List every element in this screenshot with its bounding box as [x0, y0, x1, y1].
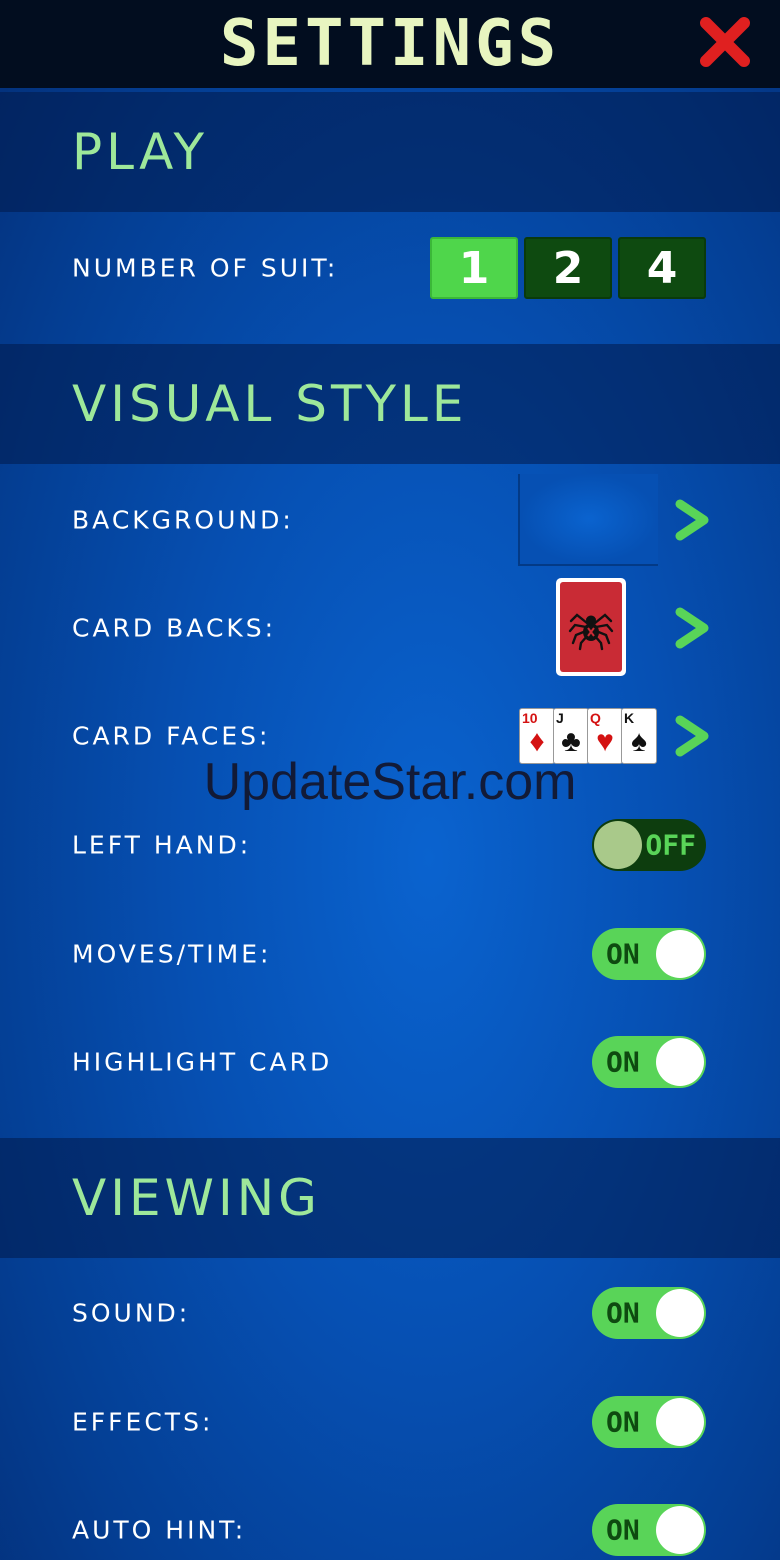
highlight-card-toggle[interactable]: ON: [592, 1036, 706, 1088]
card-backs-label: CARD BACKS:: [72, 613, 277, 643]
row-background[interactable]: BACKGROUND:: [0, 466, 780, 574]
section-title-viewing: VIEWING: [72, 1169, 321, 1227]
toggle-state: ON: [606, 937, 640, 971]
mini-card: J ♣: [553, 708, 589, 764]
suit-option-2[interactable]: 2: [524, 237, 612, 299]
section-title-play: PLAY: [72, 123, 209, 181]
left-hand-label: LEFT HAND:: [72, 830, 252, 860]
section-header-viewing: VIEWING: [0, 1138, 780, 1258]
toggle-state: ON: [606, 1405, 640, 1439]
section-header-visual-style: VISUAL STYLE: [0, 344, 780, 464]
toggle-knob: [594, 821, 642, 869]
effects-label: EFFECTS:: [72, 1407, 214, 1437]
section-header-play: PLAY: [0, 92, 780, 212]
background-preview[interactable]: [518, 474, 658, 566]
close-icon: [700, 17, 750, 67]
left-hand-toggle[interactable]: OFF: [592, 819, 706, 871]
mini-card: Q ♥: [587, 708, 623, 764]
effects-toggle[interactable]: ON: [592, 1396, 706, 1448]
row-card-backs[interactable]: CARD BACKS:: [0, 574, 780, 682]
moves-time-label: MOVES/TIME:: [72, 939, 272, 969]
row-effects: EFFECTS: ON: [0, 1368, 780, 1476]
toggle-state: ON: [606, 1513, 640, 1547]
highlight-card-label: HIGHLIGHT CARD: [72, 1047, 333, 1077]
toggle-knob: [656, 1289, 704, 1337]
row-auto-hint: AUTO HINT: ON: [0, 1476, 780, 1560]
chevron-right-icon[interactable]: [672, 498, 712, 542]
suit-option-1[interactable]: 1: [430, 237, 518, 299]
section-title-visual-style: VISUAL STYLE: [72, 375, 468, 433]
page-title: SETTINGS: [219, 7, 561, 81]
auto-hint-label: AUTO HINT:: [72, 1515, 247, 1545]
toggle-state: OFF: [645, 828, 696, 862]
top-bar: SETTINGS: [0, 0, 780, 88]
diamond-icon: ♦: [529, 725, 545, 759]
row-left-hand: LEFT HAND: OFF: [0, 791, 780, 899]
mini-card: K ♠: [621, 708, 657, 764]
card-faces-preview[interactable]: 10 ♦ J ♣ Q ♥ K ♠: [519, 708, 657, 764]
sound-toggle[interactable]: ON: [592, 1287, 706, 1339]
background-label: BACKGROUND:: [72, 505, 294, 535]
toggle-state: ON: [606, 1045, 640, 1079]
toggle-knob: [656, 1038, 704, 1086]
club-icon: ♣: [561, 725, 581, 759]
toggle-knob: [656, 1398, 704, 1446]
suit-selector: 1 2 4: [430, 237, 706, 299]
toggle-knob: [656, 930, 704, 978]
chevron-right-icon[interactable]: [672, 714, 712, 758]
toggle-state: ON: [606, 1296, 640, 1330]
card-faces-label: CARD FACES:: [72, 721, 271, 751]
moves-time-toggle[interactable]: ON: [592, 928, 706, 980]
row-moves-time: MOVES/TIME: ON: [0, 900, 780, 1008]
toggle-knob: [656, 1506, 704, 1554]
spade-icon: ♠: [631, 725, 647, 759]
suit-option-4[interactable]: 4: [618, 237, 706, 299]
heart-icon: ♥: [596, 725, 614, 759]
row-sound: SOUND: ON: [0, 1259, 780, 1367]
auto-hint-toggle[interactable]: ON: [592, 1504, 706, 1556]
close-button[interactable]: [700, 17, 750, 67]
card-back-preview[interactable]: [556, 578, 626, 676]
number-of-suit-label: NUMBER OF SUIT:: [72, 253, 339, 283]
row-number-of-suit: NUMBER OF SUIT: 1 2 4: [0, 214, 780, 322]
row-card-faces[interactable]: CARD FACES: 10 ♦ J ♣ Q ♥ K ♠: [0, 682, 780, 790]
chevron-right-icon[interactable]: [672, 606, 712, 650]
spider-icon: [568, 613, 614, 651]
row-highlight-card: HIGHLIGHT CARD ON: [0, 1008, 780, 1116]
mini-card: 10 ♦: [519, 708, 555, 764]
sound-label: SOUND:: [72, 1298, 191, 1328]
